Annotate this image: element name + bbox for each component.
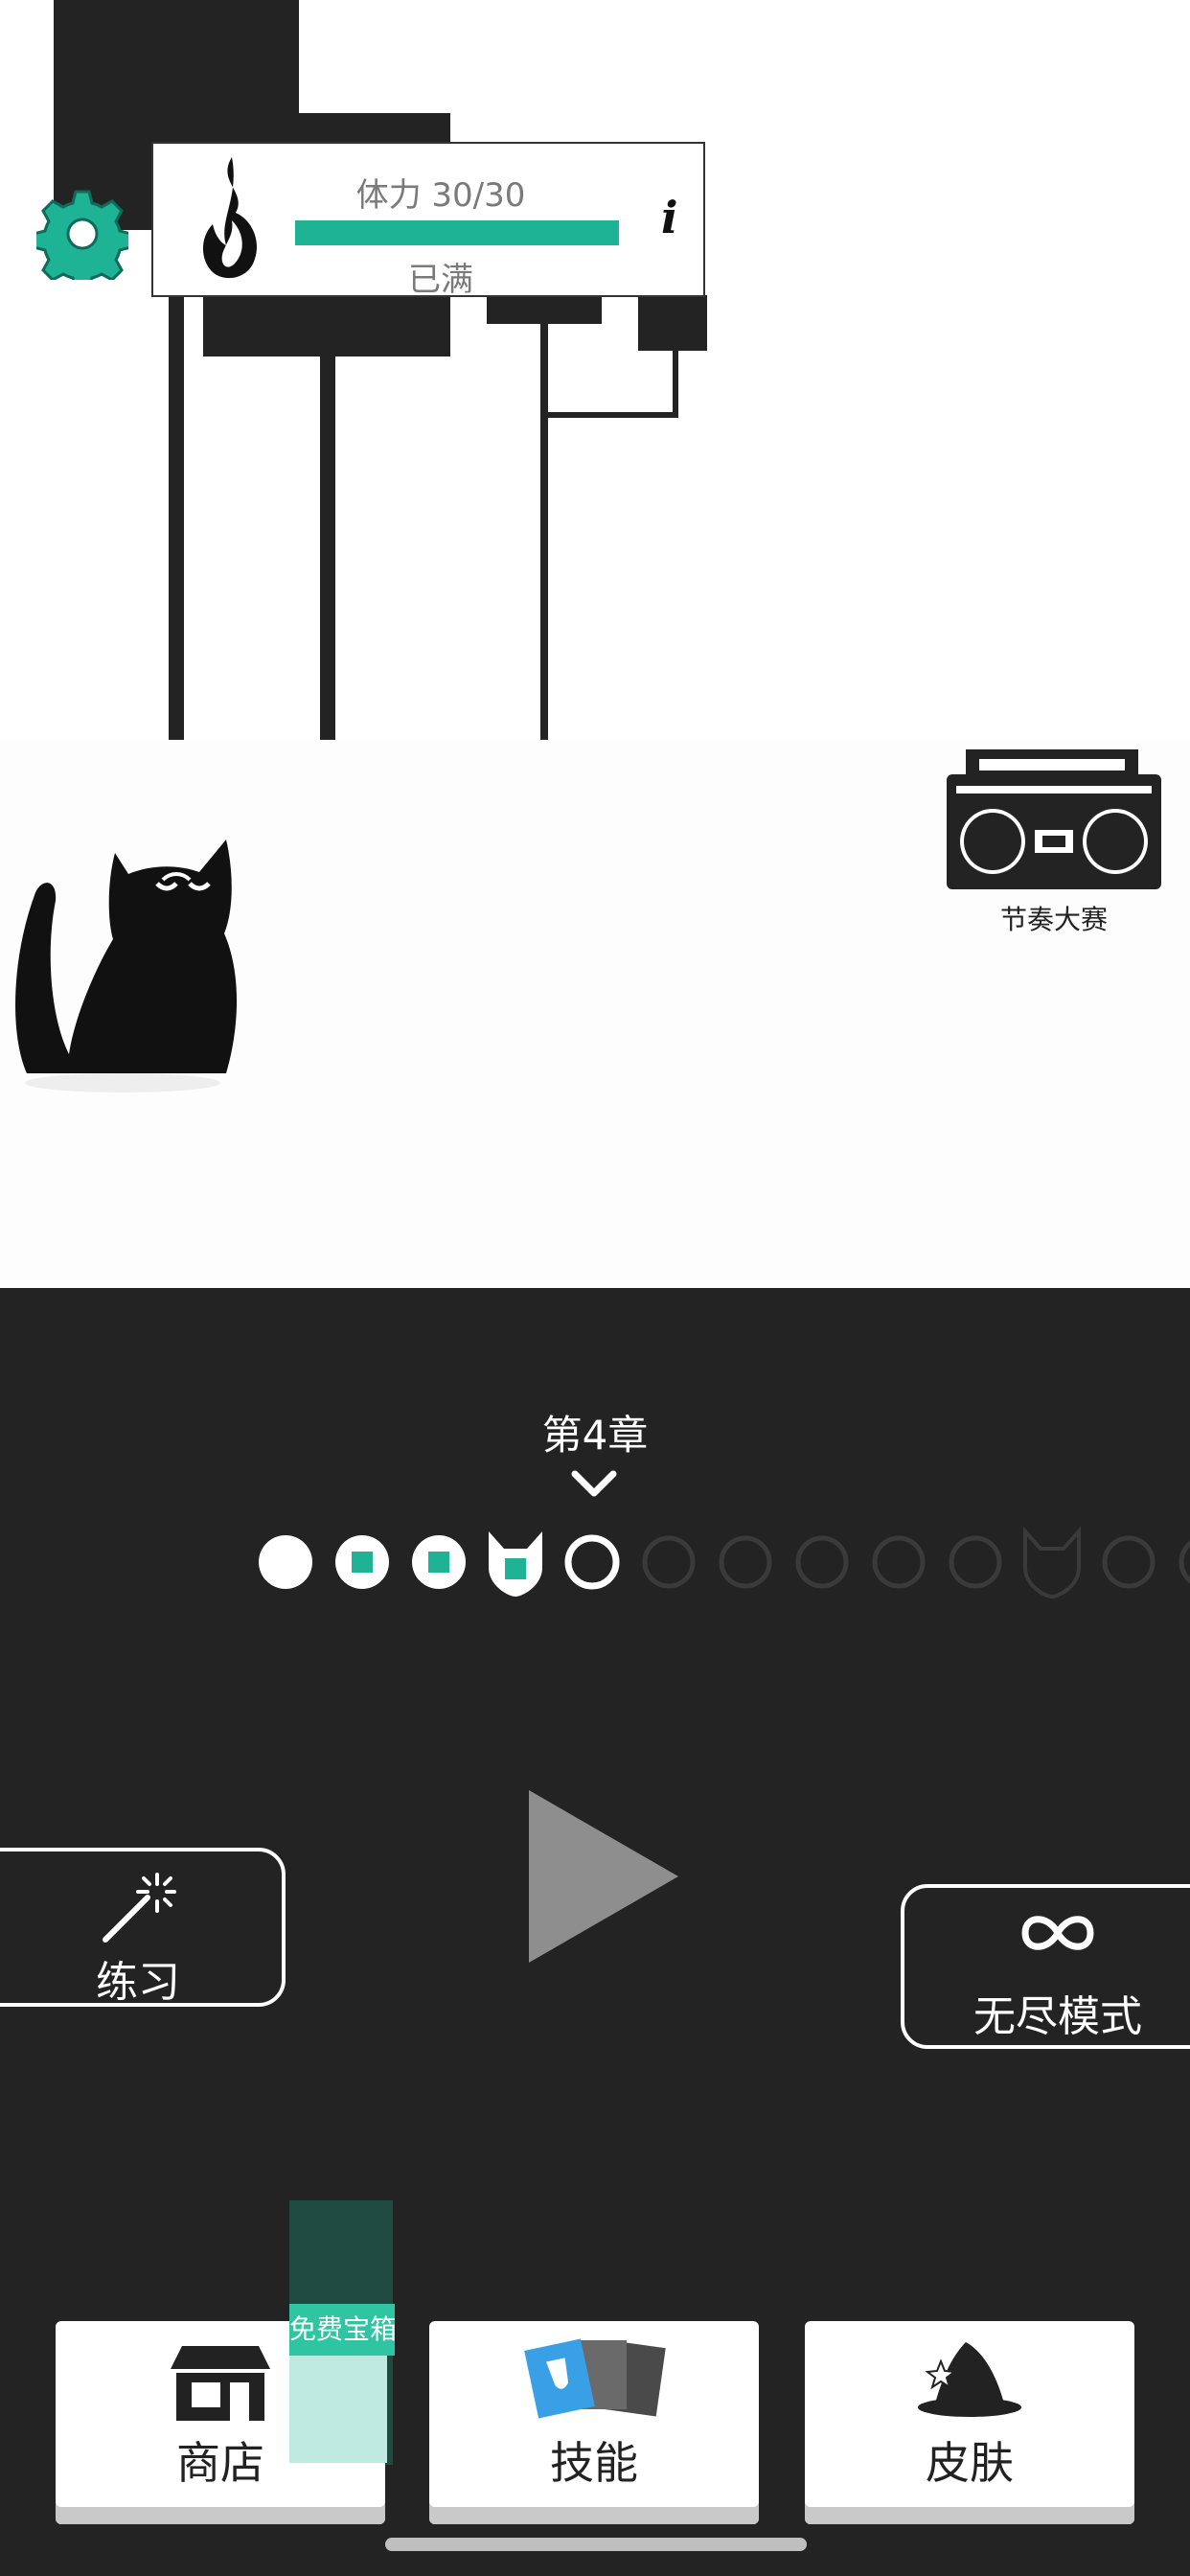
rhythm-contest-label: 节奏大赛 xyxy=(999,904,1108,935)
level-dot-completed-gem[interactable] xyxy=(412,1535,466,1589)
practice-label: 练习 xyxy=(96,1958,180,2007)
structure-wire xyxy=(673,351,678,418)
level-dot-locked xyxy=(795,1535,849,1589)
free-chest-label: 免费宝箱 xyxy=(289,2313,395,2345)
stamina-panel[interactable]: 体力 30/30 已满 i xyxy=(151,142,705,299)
skills-button[interactable]: 技能 xyxy=(429,2321,759,2524)
structure-pillar xyxy=(169,295,184,740)
flame-icon xyxy=(202,157,257,279)
cat-character xyxy=(15,840,238,1092)
structure-block xyxy=(203,295,450,356)
level-dot-locked xyxy=(872,1535,926,1589)
wizard-hat-icon xyxy=(918,2342,1021,2417)
level-dot-completed[interactable] xyxy=(259,1535,312,1589)
level-dot-boss-completed-gem[interactable] xyxy=(489,1531,542,1597)
structure-pillar xyxy=(320,356,335,740)
level-dot-current[interactable] xyxy=(564,1534,620,1590)
level-dot-boss-locked xyxy=(1023,1526,1081,1599)
level-dot-locked xyxy=(719,1535,772,1589)
shop-icon xyxy=(171,2346,270,2421)
boombox-icon xyxy=(947,749,1161,889)
level-dot-locked xyxy=(642,1535,696,1589)
chapter-title: 第4章 xyxy=(541,1412,649,1459)
stamina-status: 已满 xyxy=(408,261,473,299)
chevron-down-icon xyxy=(571,1470,617,1497)
structure-pillar xyxy=(540,324,548,740)
structure-wire xyxy=(540,412,678,418)
level-dot-completed-gem[interactable] xyxy=(335,1535,389,1589)
level-dot-locked xyxy=(1179,1540,1190,1584)
stamina-bar-track xyxy=(295,220,619,245)
rhythm-contest-button[interactable]: 节奏大赛 xyxy=(943,746,1165,937)
magic-wand-icon xyxy=(103,1873,176,1943)
level-dot-locked xyxy=(1102,1535,1156,1589)
home-indicator[interactable] xyxy=(385,2538,807,2551)
skins-label: 皮肤 xyxy=(926,2437,1014,2489)
info-icon[interactable]: i xyxy=(661,192,677,243)
play-icon[interactable] xyxy=(527,1790,680,1963)
level-dot-locked xyxy=(949,1535,1002,1589)
stamina-label: 体力 30/30 xyxy=(355,176,526,215)
skins-button[interactable]: 皮肤 xyxy=(805,2321,1134,2524)
skill-cards-icon xyxy=(524,2338,666,2419)
endless-mode-button[interactable]: 无尽模式 xyxy=(901,1884,1190,2049)
infinity-icon xyxy=(1021,1916,1094,1950)
endless-mode-label: 无尽模式 xyxy=(973,1992,1142,2041)
gear-icon[interactable] xyxy=(36,188,128,280)
practice-button[interactable]: 练习 xyxy=(0,1848,286,2007)
free-chest-panel[interactable] xyxy=(289,2344,387,2463)
level-progress[interactable] xyxy=(0,1520,1190,1606)
stamina-bar-fill xyxy=(295,220,619,245)
structure-block xyxy=(638,295,707,351)
skills-label: 技能 xyxy=(550,2437,638,2489)
free-chest-badge[interactable]: 免费宝箱 xyxy=(289,2304,395,2356)
